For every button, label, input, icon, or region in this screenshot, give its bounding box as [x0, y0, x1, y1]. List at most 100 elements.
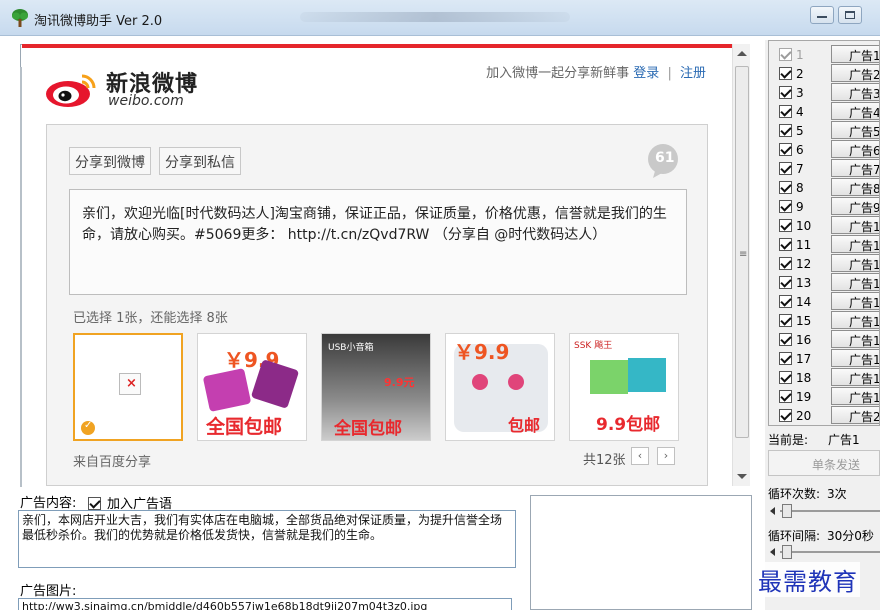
- ad-item-button[interactable]: 广告13: [831, 273, 879, 291]
- thumbnail-promo: 包邮: [508, 416, 541, 435]
- ad-item-button[interactable]: 广告12: [831, 254, 879, 272]
- ad-list-row[interactable]: 19 广告19: [769, 387, 879, 406]
- loop-count-slider[interactable]: [768, 502, 880, 520]
- browser-view[interactable]: 新浪微博 weibo.com 加入微博一起分享新鲜事 登录 | 注册 分享到微博…: [22, 44, 732, 486]
- ad-item-button[interactable]: 广告3: [831, 83, 879, 101]
- browser-scrollbar[interactable]: ≡: [732, 44, 750, 486]
- ad-list-row[interactable]: 10 广告10: [769, 216, 879, 235]
- ad-enable-checkbox[interactable]: [779, 86, 792, 99]
- ad-item-button[interactable]: 广告4: [831, 102, 879, 120]
- ad-item-button[interactable]: 广告9: [831, 197, 879, 215]
- ad-list-row[interactable]: 14 广告14: [769, 292, 879, 311]
- title-bar: 淘讯微博助手 Ver 2.0: [0, 0, 880, 36]
- slider-thumb[interactable]: [782, 545, 792, 559]
- ad-list-row[interactable]: 2 广告2: [769, 64, 879, 83]
- ad-enable-checkbox[interactable]: [779, 105, 792, 118]
- thumbnail-small-price: 9.9元: [384, 376, 415, 389]
- weibo-logo[interactable]: 新浪微博 weibo.com: [44, 62, 204, 112]
- minimize-button[interactable]: [810, 6, 834, 24]
- thumbnail-3[interactable]: USB小音箱 9.9元 全国包邮: [321, 333, 431, 441]
- slider-thumb[interactable]: [782, 504, 792, 518]
- maximize-button[interactable]: [838, 6, 862, 24]
- thumbnail-1[interactable]: × ✓: [73, 333, 183, 441]
- ad-enable-checkbox[interactable]: [779, 67, 792, 80]
- ad-enable-checkbox[interactable]: [779, 409, 792, 422]
- ad-enable-checkbox[interactable]: [779, 181, 792, 194]
- prev-page-button[interactable]: ‹: [631, 447, 649, 465]
- broken-image-icon: ×: [119, 373, 141, 395]
- ad-item-button[interactable]: 广告2: [831, 64, 879, 82]
- register-link[interactable]: 注册: [680, 66, 706, 81]
- ad-number: 8: [796, 181, 804, 195]
- ad-enable-checkbox[interactable]: [779, 257, 792, 270]
- ad-content-textarea[interactable]: 亲们，本网店开业大吉，我们有实体店在电脑城，全部货品绝对保证质量，为提升信誉全场…: [18, 510, 516, 568]
- tab-share-weibo[interactable]: 分享到微博: [69, 147, 151, 175]
- ad-enable-checkbox[interactable]: [779, 238, 792, 251]
- ad-list-row[interactable]: 18 广告18: [769, 368, 879, 387]
- ad-number: 20: [796, 409, 812, 423]
- ad-item-button[interactable]: 广告1: [831, 45, 879, 63]
- next-page-button[interactable]: ›: [657, 447, 675, 465]
- thumbnail-4[interactable]: ￥9.9 包邮: [445, 333, 555, 441]
- ad-enable-checkbox[interactable]: [779, 314, 792, 327]
- ad-list-row[interactable]: 3 广告3: [769, 83, 879, 102]
- thumbnail-5[interactable]: SSK 飚王 9.9包邮: [569, 333, 679, 441]
- ad-enable-checkbox[interactable]: [779, 390, 792, 403]
- ad-list-row[interactable]: 9 广告9: [769, 197, 879, 216]
- scroll-down-icon[interactable]: [737, 474, 747, 479]
- ad-item-button[interactable]: 广告10: [831, 216, 879, 234]
- ad-item-button[interactable]: 广告16: [831, 330, 879, 348]
- scroll-up-icon[interactable]: [737, 51, 747, 56]
- ad-list-row[interactable]: 20 广告20: [769, 406, 879, 425]
- ad-item-button[interactable]: 广告7: [831, 159, 879, 177]
- ad-enable-checkbox[interactable]: [779, 276, 792, 289]
- ad-item-button[interactable]: 广告6: [831, 140, 879, 158]
- ad-enable-checkbox[interactable]: [779, 200, 792, 213]
- loop-interval-slider[interactable]: [768, 543, 880, 561]
- ad-item-button[interactable]: 广告17: [831, 349, 879, 367]
- ad-enable-checkbox[interactable]: [779, 219, 792, 232]
- ad-list-row[interactable]: 1 广告1: [769, 45, 879, 64]
- ad-list-row[interactable]: 16 广告16: [769, 330, 879, 349]
- checkbox-icon[interactable]: [88, 497, 101, 510]
- ad-list-row[interactable]: 11 广告11: [769, 235, 879, 254]
- ad-list-row[interactable]: 4 广告4: [769, 102, 879, 121]
- single-send-button[interactable]: 单条发送: [768, 450, 880, 476]
- ad-list-row[interactable]: 7 广告7: [769, 159, 879, 178]
- ad-item-button[interactable]: 广告14: [831, 292, 879, 310]
- ad-enable-checkbox[interactable]: [779, 295, 792, 308]
- ad-item-button[interactable]: 广告11: [831, 235, 879, 253]
- top-links: 加入微博一起分享新鲜事 登录 | 注册: [486, 62, 706, 81]
- ad-item-button[interactable]: 广告20: [831, 406, 879, 424]
- ad-list-row[interactable]: 6 广告6: [769, 140, 879, 159]
- selection-info: 已选择 1张，还能选择 8张: [73, 311, 228, 326]
- ad-enable-checkbox[interactable]: [779, 143, 792, 156]
- login-link[interactable]: 登录: [633, 66, 659, 81]
- ad-enable-checkbox[interactable]: [779, 333, 792, 346]
- tab-share-private[interactable]: 分享到私信: [159, 147, 241, 175]
- ad-enable-checkbox[interactable]: [779, 371, 792, 384]
- ad-number: 18: [796, 371, 812, 385]
- ad-enable-checkbox[interactable]: [779, 48, 792, 61]
- ad-enable-checkbox[interactable]: [779, 352, 792, 365]
- thumbnail-2[interactable]: ￥9.9 全国包邮: [197, 333, 307, 441]
- ad-list-row[interactable]: 13 广告13: [769, 273, 879, 292]
- ad-image-url-input[interactable]: http://ww3.sinaimg.cn/bmiddle/d460b557jw…: [18, 598, 512, 610]
- message-textarea[interactable]: 亲们，欢迎光临[时代数码达人]淘宝商铺，保证正品，保证质量，价格优惠，信誉就是我…: [69, 189, 687, 295]
- ad-list-row[interactable]: 17 广告17: [769, 349, 879, 368]
- ad-item-button[interactable]: 广告19: [831, 387, 879, 405]
- ad-enable-checkbox[interactable]: [779, 124, 792, 137]
- ad-enable-checkbox[interactable]: [779, 162, 792, 175]
- scrollbar-thumb[interactable]: ≡: [735, 66, 749, 438]
- ad-list-row[interactable]: 15 广告15: [769, 311, 879, 330]
- product-tshirt-green-image: [590, 360, 628, 394]
- ad-item-button[interactable]: 广告8: [831, 178, 879, 196]
- ad-list-row[interactable]: 12 广告12: [769, 254, 879, 273]
- ad-list-row[interactable]: 5 广告5: [769, 121, 879, 140]
- ad-item-button[interactable]: 广告18: [831, 368, 879, 386]
- ad-item-button[interactable]: 广告15: [831, 311, 879, 329]
- slider-track: [780, 551, 880, 553]
- product-tshirt-cyan-image: [628, 358, 666, 392]
- ad-item-button[interactable]: 广告5: [831, 121, 879, 139]
- ad-list-row[interactable]: 8 广告8: [769, 178, 879, 197]
